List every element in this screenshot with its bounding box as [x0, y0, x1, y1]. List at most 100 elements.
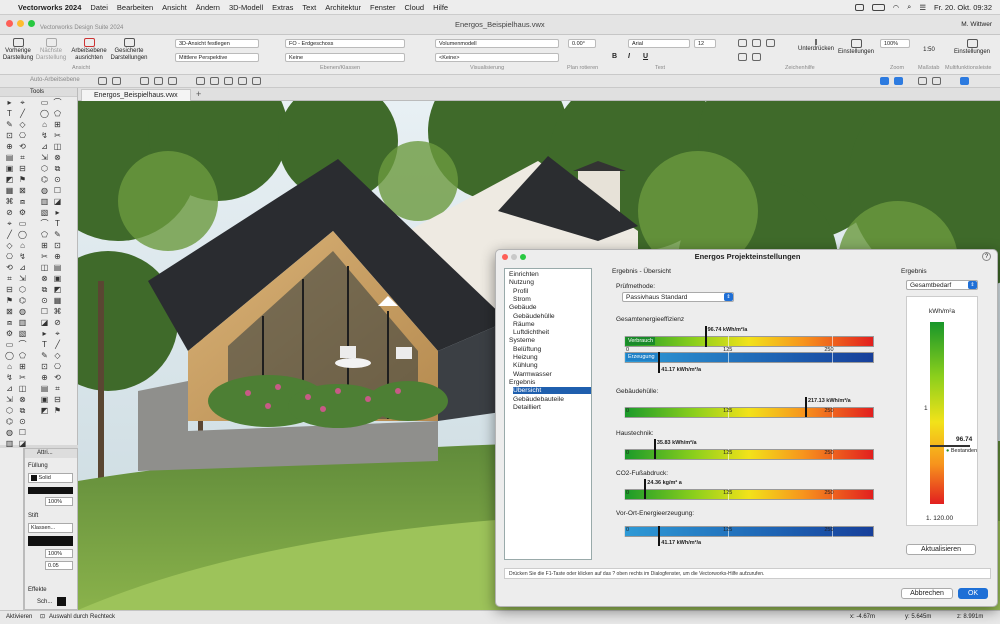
tool-icon[interactable]: ✎: [39, 351, 50, 361]
tool-icon[interactable]: ▧: [17, 329, 28, 339]
tool-icon[interactable]: ⚙: [4, 329, 15, 339]
menu-datei[interactable]: Datei: [90, 3, 108, 12]
category-item[interactable]: Luftdichtheit: [513, 329, 591, 336]
visibility-icon[interactable]: [918, 77, 927, 85]
category-item[interactable]: Detailliert: [513, 404, 591, 411]
cancel-button[interactable]: Abbrechen: [901, 588, 953, 599]
help-button[interactable]: ?: [982, 252, 991, 261]
tool-icon[interactable]: ⟲: [17, 142, 28, 152]
tool-icon[interactable]: ⌬: [4, 417, 15, 427]
snap-settings-button[interactable]: Einstellungen: [836, 39, 876, 56]
tool-icon[interactable]: ⬡: [17, 285, 28, 295]
tool-icon[interactable]: ⊕: [52, 252, 63, 262]
tool-icon[interactable]: ⇲: [4, 395, 15, 405]
snap-toggle-icon[interactable]: [960, 77, 969, 85]
tool-icon[interactable]: ◍: [17, 307, 28, 317]
tool-icon[interactable]: ⊞: [17, 362, 28, 372]
battery-icon[interactable]: [871, 3, 885, 11]
tool-icon[interactable]: ⊙: [52, 175, 63, 185]
font-size-select[interactable]: 12: [694, 39, 716, 48]
tool-icon[interactable]: ◫: [52, 142, 63, 152]
tool-icon[interactable]: ⌂: [17, 241, 28, 251]
tool-icon[interactable]: ▸: [4, 98, 15, 108]
tool-icon[interactable]: ╱: [52, 340, 63, 350]
tool-icon[interactable]: ⧈: [17, 197, 28, 207]
tool-icon[interactable]: ▦: [4, 186, 15, 196]
menu-hilfe[interactable]: Hilfe: [433, 3, 448, 12]
tab-energos[interactable]: Energos_Beispielhaus.vwx: [81, 89, 191, 101]
category-item[interactable]: Ergebnis: [509, 379, 591, 386]
tool-icon[interactable]: ☐: [39, 307, 50, 317]
tool-icon[interactable]: ⊞: [39, 241, 50, 251]
tool-icon[interactable]: ⌖: [17, 98, 28, 108]
view3d-select[interactable]: 3D-Ansicht festlegen: [175, 39, 259, 48]
tool-icon[interactable]: ⇲: [39, 153, 50, 163]
tool-icon[interactable]: ◫: [39, 263, 50, 273]
tool-icon[interactable]: ⌘: [4, 197, 15, 207]
view-icon[interactable]: [98, 77, 107, 85]
tool-icon[interactable]: ✂: [17, 373, 28, 383]
minimize-window-icon[interactable]: [17, 20, 24, 27]
render-icon[interactable]: [252, 77, 261, 85]
layer-select[interactable]: FO - Erdgeschoss: [285, 39, 405, 48]
category-item[interactable]: Gebäudebauteile: [513, 396, 591, 403]
suppress-button[interactable]: ‖ Unterdrücken: [795, 39, 837, 53]
tool-icon[interactable]: ◪: [52, 197, 63, 207]
tool-icon[interactable]: ⎔: [4, 252, 15, 262]
menu-text[interactable]: Text: [302, 3, 316, 12]
tool-icon[interactable]: ⚙: [17, 208, 28, 218]
tool-icon[interactable]: ⊘: [4, 208, 15, 218]
screen-icon[interactable]: [854, 3, 864, 11]
render-mode-select[interactable]: Volumenmodell: [435, 39, 559, 48]
tool-icon[interactable]: ⊗: [39, 274, 50, 284]
tool-icon[interactable]: ▭: [39, 98, 50, 108]
tool-icon[interactable]: ▦: [52, 296, 63, 306]
tool-icon[interactable]: ⬠: [52, 109, 63, 119]
tool-icon[interactable]: ⊙: [17, 417, 28, 427]
ok-button[interactable]: OK: [958, 588, 988, 599]
tool-icon[interactable]: ⌂: [4, 362, 15, 372]
update-button[interactable]: Aktualisieren: [906, 544, 976, 555]
tool-icon[interactable]: ⊟: [17, 164, 28, 174]
menu-ansicht[interactable]: Ansicht: [162, 3, 187, 12]
tool-icon[interactable]: ⇲: [17, 274, 28, 284]
tool-icon[interactable]: ⧉: [52, 164, 63, 174]
tool-icon[interactable]: ◯: [39, 109, 50, 119]
tool-icon[interactable]: ⌗: [4, 274, 15, 284]
tool-icon[interactable]: ◩: [52, 285, 63, 295]
pen-color[interactable]: [28, 536, 73, 546]
line-width-select[interactable]: 0.05: [45, 561, 73, 570]
projection-icon[interactable]: [140, 77, 149, 85]
render-mode-2-select[interactable]: <Keine>: [435, 53, 559, 62]
render-icon[interactable]: [210, 77, 219, 85]
pen-opacity[interactable]: 100%: [45, 549, 73, 558]
tool-icon[interactable]: ◩: [39, 406, 50, 416]
tool-icon[interactable]: ◇: [52, 351, 63, 361]
tool-icon[interactable]: ◍: [39, 186, 50, 196]
tool-icon[interactable]: ⊟: [4, 285, 15, 295]
tool-icon[interactable]: ▣: [4, 164, 15, 174]
fill-opacity[interactable]: 100%: [45, 497, 73, 506]
tool-icon[interactable]: ⟲: [4, 263, 15, 273]
tool-icon[interactable]: ▤: [39, 384, 50, 394]
category-item[interactable]: Gebäudehülle: [513, 313, 591, 320]
snap-grid-icon[interactable]: [738, 39, 747, 47]
tool-icon[interactable]: ⊙: [39, 296, 50, 306]
tool-icon[interactable]: ⬡: [39, 164, 50, 174]
snap-object-icon[interactable]: [752, 39, 761, 47]
menu-architektur[interactable]: Architektur: [325, 3, 361, 12]
scale-button[interactable]: 1:50: [918, 47, 940, 54]
category-item[interactable]: Übersicht: [513, 387, 591, 395]
render-icon[interactable]: [224, 77, 233, 85]
tool-icon[interactable]: ⊿: [39, 142, 50, 152]
tool-icon[interactable]: ⚑: [17, 175, 28, 185]
tool-icon[interactable]: ⎔: [52, 362, 63, 372]
tool-icon[interactable]: ◪: [39, 318, 50, 328]
fill-style-select[interactable]: Solid: [28, 473, 73, 483]
tool-icon[interactable]: ▧: [39, 208, 50, 218]
tool-icon[interactable]: ◇: [4, 241, 15, 251]
menu-cloud[interactable]: Cloud: [404, 3, 424, 12]
category-item[interactable]: Belüftung: [513, 346, 591, 353]
tool-icon[interactable]: ✎: [52, 230, 63, 240]
menu-fenster[interactable]: Fenster: [370, 3, 395, 12]
